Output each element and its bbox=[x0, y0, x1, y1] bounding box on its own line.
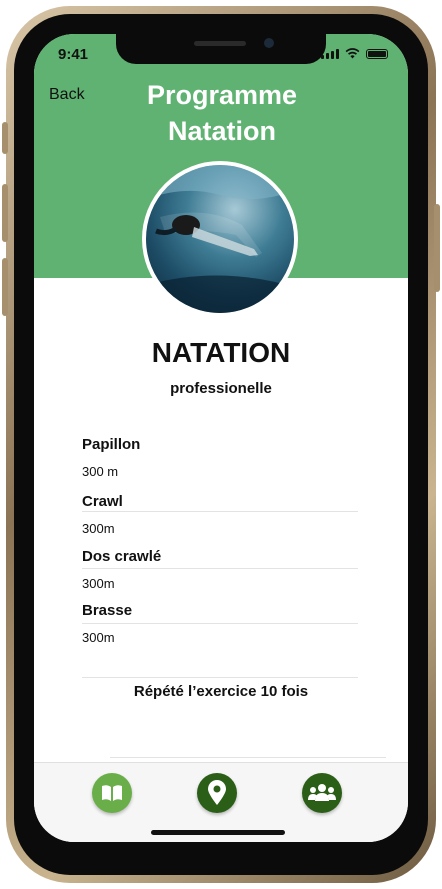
tab-community[interactable] bbox=[302, 773, 342, 813]
sport-level: professionelle bbox=[170, 380, 272, 397]
notch bbox=[116, 34, 326, 64]
divider bbox=[82, 677, 358, 678]
page-title-line1: Programme bbox=[146, 80, 298, 110]
swimmer-photo bbox=[142, 161, 298, 317]
exercise-name: Brasse bbox=[82, 602, 133, 619]
divider bbox=[110, 757, 386, 758]
battery-icon bbox=[366, 49, 388, 59]
map-pin-icon bbox=[208, 780, 226, 805]
sport-title: NATATION bbox=[151, 337, 291, 368]
back-button[interactable]: Back bbox=[49, 86, 85, 104]
exercise-distance: 300m bbox=[82, 521, 115, 536]
page-title-line2: Natation bbox=[168, 116, 276, 146]
volume-down-button bbox=[2, 258, 8, 316]
exercise-distance: 300m bbox=[82, 630, 115, 645]
tab-map[interactable] bbox=[197, 773, 237, 813]
divider bbox=[82, 568, 358, 569]
wifi-icon bbox=[345, 48, 360, 59]
divider bbox=[82, 623, 358, 624]
signal-icon bbox=[321, 49, 339, 59]
tab-programs[interactable] bbox=[92, 773, 132, 813]
exercise-distance: 300m bbox=[82, 576, 115, 591]
repeat-instruction: Répété l’exercice 10 fois bbox=[133, 683, 309, 700]
front-camera bbox=[264, 38, 274, 48]
mute-switch bbox=[2, 122, 8, 154]
divider bbox=[82, 511, 358, 512]
book-icon bbox=[102, 785, 122, 801]
status-time: 9:41 bbox=[58, 46, 89, 63]
status-icons bbox=[321, 48, 388, 59]
exercise-name: Papillon bbox=[82, 436, 141, 453]
speaker-grille bbox=[194, 41, 246, 46]
volume-up-button bbox=[2, 184, 8, 242]
exercise-name: Dos crawlé bbox=[82, 548, 162, 565]
exercise-distance: 300 m bbox=[82, 464, 119, 479]
exercise-name: Crawl bbox=[82, 493, 123, 510]
power-button bbox=[434, 204, 440, 292]
users-group-icon bbox=[308, 784, 336, 801]
app-screen: 9:41 Back Programme Natation NATATION pr… bbox=[34, 34, 408, 842]
home-indicator bbox=[151, 830, 285, 835]
